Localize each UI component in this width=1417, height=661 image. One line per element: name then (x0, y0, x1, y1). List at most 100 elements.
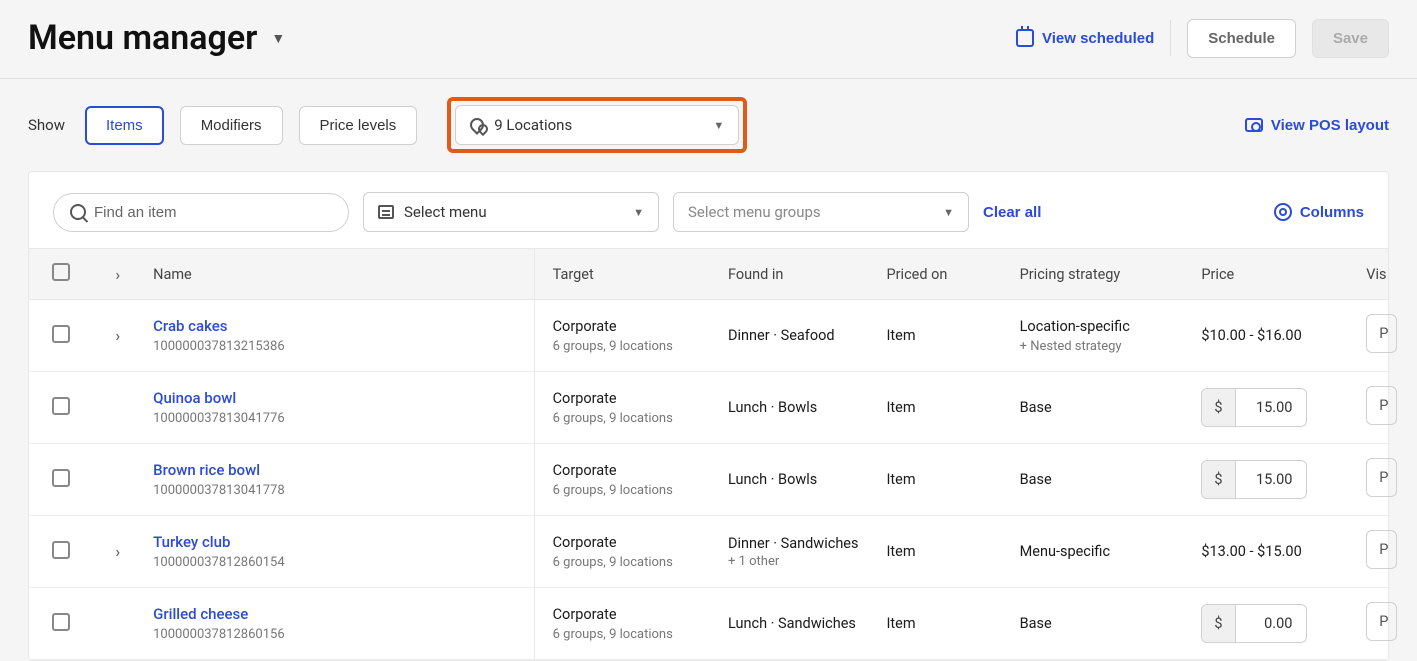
pos-icon (1245, 118, 1263, 132)
price-input[interactable]: $0.00 (1201, 604, 1307, 643)
target-sub: 6 groups, 9 locations (553, 483, 708, 498)
row-checkbox[interactable] (52, 541, 70, 559)
locations-select[interactable]: 9 Locations ▼ (455, 105, 739, 145)
gear-icon (1274, 203, 1292, 221)
page-header: Menu manager ▼ View scheduled Schedule S… (0, 0, 1417, 79)
item-id: 100000037813041778 (153, 483, 524, 498)
search-box[interactable] (53, 193, 349, 232)
view-scheduled-button[interactable]: View scheduled (1016, 29, 1154, 47)
priced-on-value: Item (886, 399, 915, 416)
row-checkbox[interactable] (52, 325, 70, 343)
expand-row-toggle[interactable]: › (115, 326, 120, 345)
price-value: 15.00 (1236, 389, 1307, 426)
search-input[interactable] (94, 204, 332, 221)
found-in-value: Lunch · Sandwiches (728, 615, 867, 632)
tab-price-levels[interactable]: Price levels (299, 106, 418, 145)
col-target: Target (534, 249, 718, 300)
row-checkbox[interactable] (52, 469, 70, 487)
table-header-row: › Name Target Found in Priced on Pricing… (29, 249, 1388, 300)
currency-symbol: $ (1202, 605, 1235, 642)
found-in-value: Dinner · Sandwiches (728, 535, 867, 552)
price-value: 0.00 (1236, 605, 1307, 642)
columns-button[interactable]: Columns (1274, 203, 1364, 221)
target-value: Corporate (553, 390, 708, 407)
main-panel: Select menu ▼ Select menu groups ▼ Clear… (28, 171, 1389, 661)
calendar-icon (1016, 29, 1034, 47)
title-dropdown-caret[interactable]: ▼ (271, 30, 285, 47)
table-row: › Crab cakes 100000037813215386 Corporate 6 … (29, 300, 1388, 372)
view-pos-label: View POS layout (1271, 117, 1389, 134)
show-label: Show (28, 116, 65, 134)
priced-on-value: Item (886, 471, 915, 488)
visibility-button[interactable]: P (1366, 386, 1397, 425)
visibility-button[interactable]: P (1366, 314, 1397, 353)
item-name-link[interactable]: Brown rice bowl (153, 461, 524, 479)
title-wrap: Menu manager ▼ (28, 18, 285, 58)
locations-highlight: 9 Locations ▼ (447, 97, 747, 153)
chevron-down-icon: ▼ (633, 206, 644, 219)
item-id: 100000037813041776 (153, 411, 524, 426)
priced-on-value: Item (886, 543, 915, 560)
target-value: Corporate (553, 318, 708, 335)
priced-on-value: Item (886, 615, 915, 632)
strategy-value: Base (1020, 399, 1182, 416)
header-actions: View scheduled Schedule Save (1016, 19, 1389, 58)
price-input[interactable]: $15.00 (1201, 388, 1307, 427)
strategy-value: Base (1020, 615, 1182, 632)
expand-all-toggle[interactable]: › (115, 265, 120, 284)
row-checkbox[interactable] (52, 613, 70, 631)
filter-bar: Show Items Modifiers Price levels 9 Loca… (0, 79, 1417, 171)
schedule-button[interactable]: Schedule (1187, 19, 1296, 58)
strategy-value: Menu-specific (1020, 543, 1182, 560)
strategy-sub: + Nested strategy (1020, 339, 1182, 354)
target-sub: 6 groups, 9 locations (553, 627, 708, 642)
item-id: 100000037813215386 (153, 339, 524, 354)
table-row: ›Turkey club100000037812860154Corporate6… (29, 516, 1388, 588)
select-groups-label: Select menu groups (688, 203, 821, 221)
divider (1170, 20, 1171, 56)
expand-row-toggle[interactable]: › (115, 542, 120, 561)
priced-on-value: Item (886, 327, 915, 344)
view-pos-layout-button[interactable]: View POS layout (1245, 117, 1389, 134)
item-name-link[interactable]: Grilled cheese (153, 605, 524, 623)
price-input[interactable]: $15.00 (1201, 460, 1307, 499)
price-range: $13.00 - $15.00 (1201, 543, 1301, 560)
target-value: Corporate (553, 462, 708, 479)
item-name-link[interactable]: Quinoa bowl (153, 389, 524, 407)
item-id: 100000037812860154 (153, 555, 524, 570)
select-all-checkbox[interactable] (52, 263, 70, 281)
select-menu-label: Select menu (404, 203, 487, 221)
col-priced: Priced on (876, 249, 1009, 300)
menu-icon (378, 205, 394, 219)
visibility-button[interactable]: P (1366, 458, 1397, 497)
target-sub: 6 groups, 9 locations (553, 339, 708, 354)
items-table: › Name Target Found in Priced on Pricing… (29, 248, 1388, 660)
found-in-value: Dinner · Seafood (728, 327, 867, 344)
price-range: $10.00 - $16.00 (1201, 327, 1301, 344)
search-icon (70, 204, 86, 220)
panel-controls: Select menu ▼ Select menu groups ▼ Clear… (29, 172, 1388, 248)
select-groups-dropdown[interactable]: Select menu groups ▼ (673, 192, 969, 232)
save-button: Save (1312, 19, 1389, 58)
item-name-link[interactable]: Crab cakes (153, 317, 524, 335)
tab-modifiers[interactable]: Modifiers (180, 106, 283, 145)
table-row: Brown rice bowl 100000037813041778 Corpora… (29, 444, 1388, 516)
item-name-link[interactable]: Turkey club (153, 533, 524, 551)
chevron-down-icon: ▼ (943, 206, 954, 219)
locations-label: 9 Locations (494, 116, 572, 134)
row-checkbox[interactable] (52, 397, 70, 415)
col-strategy: Pricing strategy (1010, 249, 1192, 300)
visibility-button[interactable]: P (1366, 530, 1397, 569)
target-sub: 6 groups, 9 locations (553, 555, 708, 570)
visibility-button[interactable]: P (1366, 602, 1397, 641)
found-in-sub: + 1 other (728, 554, 867, 569)
columns-label: Columns (1300, 204, 1364, 221)
select-menu-dropdown[interactable]: Select menu ▼ (363, 192, 659, 232)
strategy-value: Base (1020, 471, 1182, 488)
found-in-value: Lunch · Bowls (728, 399, 867, 416)
tab-items[interactable]: Items (85, 106, 164, 145)
col-found: Found in (718, 249, 877, 300)
table-row: Grilled cheese100000037812860156Corporat… (29, 588, 1388, 660)
clear-all-button[interactable]: Clear all (983, 204, 1041, 221)
item-id: 100000037812860156 (153, 627, 524, 642)
